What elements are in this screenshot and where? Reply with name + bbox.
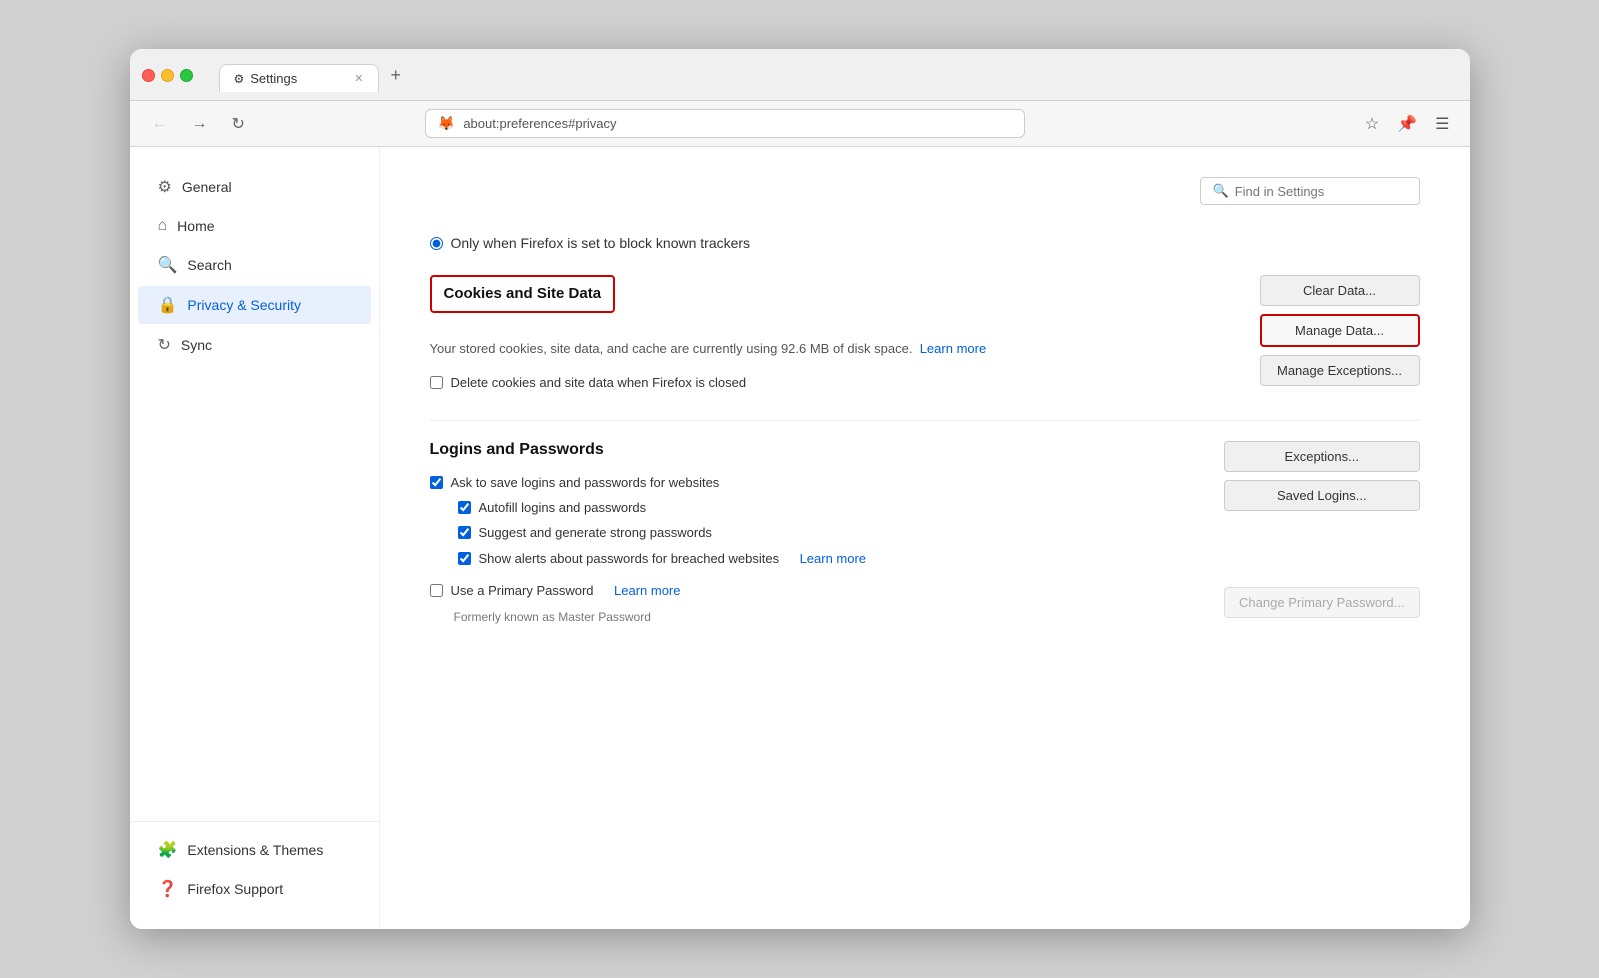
firefox-icon: 🦊 (438, 115, 455, 132)
autofill-row: Autofill logins and passwords (430, 500, 1205, 515)
cookies-section-row: Cookies and Site Data Your stored cookie… (430, 275, 1420, 400)
ask-save-checkbox[interactable] (430, 476, 443, 489)
search-bar-icon: 🔍 (1213, 183, 1229, 199)
delete-cookies-label: Delete cookies and site data when Firefo… (451, 375, 747, 390)
tab-close-button[interactable]: ✕ (354, 72, 363, 85)
show-alerts-learn-more[interactable]: Learn more (800, 551, 866, 566)
title-bar: ⚙ Settings ✕ + (130, 49, 1470, 101)
sidebar-item-privacy-label: Privacy & Security (187, 297, 301, 313)
change-primary-button[interactable]: Change Primary Password... (1224, 587, 1419, 618)
suggest-row: Suggest and generate strong passwords (430, 525, 1205, 540)
bookmark-button[interactable]: ☆ (1361, 110, 1383, 138)
address-text: about:preferences#privacy (463, 116, 616, 131)
radio-option-block-trackers: Only when Firefox is set to block known … (430, 235, 1420, 251)
manage-exceptions-button[interactable]: Manage Exceptions... (1260, 355, 1420, 386)
sidebar: ⚙ General ⌂ Home 🔍 Search 🔒 Privacy & Se… (130, 147, 380, 929)
sync-icon: ↻ (158, 335, 171, 355)
menu-button[interactable]: ☰ (1431, 110, 1453, 138)
cookies-buttons-col: Clear Data... Manage Data... Manage Exce… (1260, 275, 1420, 386)
section-divider (430, 420, 1420, 421)
primary-password-checkbox[interactable] (430, 584, 443, 597)
suggest-checkbox[interactable] (458, 526, 471, 539)
forward-button[interactable]: → (186, 111, 214, 137)
search-icon: 🔍 (158, 255, 178, 275)
delete-cookies-row: Delete cookies and site data when Firefo… (430, 375, 1240, 390)
cookies-section-desc: Your stored cookies, site data, and cach… (430, 339, 1240, 359)
radio-block-trackers[interactable] (430, 237, 443, 250)
settings-main: 🔍 Only when Firefox is set to block know… (380, 147, 1470, 929)
cookies-learn-more-link[interactable]: Learn more (920, 341, 986, 356)
general-icon: ⚙ (158, 177, 172, 197)
logins-section-left: Logins and Passwords Ask to save logins … (430, 441, 1205, 624)
minimize-button[interactable] (161, 69, 174, 82)
tab-bar: ⚙ Settings ✕ + (219, 59, 412, 92)
manage-data-button[interactable]: Manage Data... (1260, 314, 1420, 347)
exceptions-button[interactable]: Exceptions... (1224, 441, 1419, 472)
nav-right: ☆ 📌 ☰ (1361, 110, 1454, 138)
sidebar-item-general[interactable]: ⚙ General (138, 168, 371, 206)
search-input[interactable] (1235, 184, 1407, 199)
sidebar-item-support[interactable]: ❓ Firefox Support (138, 870, 371, 908)
formerly-known-text: Formerly known as Master Password (454, 610, 1205, 624)
support-icon: ❓ (158, 879, 178, 899)
cookies-section-left: Cookies and Site Data Your stored cookie… (430, 275, 1240, 400)
sidebar-item-home-label: Home (177, 218, 214, 234)
sidebar-item-extensions[interactable]: 🧩 Extensions & Themes (138, 831, 371, 869)
sidebar-item-search[interactable]: 🔍 Search (138, 246, 371, 284)
show-alerts-row: Show alerts about passwords for breached… (430, 550, 1205, 568)
show-alerts-checkbox[interactable] (458, 552, 471, 565)
ask-save-label: Ask to save logins and passwords for web… (451, 475, 720, 490)
sidebar-item-sync-label: Sync (181, 337, 212, 353)
home-icon: ⌂ (158, 217, 168, 235)
sidebar-item-privacy[interactable]: 🔒 Privacy & Security (138, 286, 371, 324)
ask-save-row: Ask to save logins and passwords for web… (430, 475, 1205, 490)
primary-password-learn-more[interactable]: Learn more (614, 583, 680, 598)
settings-tab[interactable]: ⚙ Settings ✕ (219, 64, 379, 92)
cookies-desc-text: Your stored cookies, site data, and cach… (430, 341, 913, 356)
autofill-label: Autofill logins and passwords (479, 500, 647, 515)
sidebar-item-search-label: Search (187, 257, 231, 273)
extensions-icon: 🧩 (158, 840, 178, 860)
sidebar-item-support-label: Firefox Support (187, 881, 283, 897)
content-area: ⚙ General ⌂ Home 🔍 Search 🔒 Privacy & Se… (130, 147, 1470, 929)
radio-block-trackers-label: Only when Firefox is set to block known … (451, 235, 751, 251)
primary-password-row: Use a Primary Password Learn more (430, 582, 1205, 600)
close-button[interactable] (142, 69, 155, 82)
cookies-section-title: Cookies and Site Data (444, 285, 602, 302)
cookies-section-title-box: Cookies and Site Data (430, 275, 616, 313)
logins-buttons-col: Exceptions... Saved Logins... Change Pri… (1224, 441, 1419, 618)
sidebar-bottom: 🧩 Extensions & Themes ❓ Firefox Support (130, 821, 379, 909)
suggest-label: Suggest and generate strong passwords (479, 525, 712, 540)
sidebar-item-general-label: General (182, 179, 232, 195)
traffic-lights (142, 69, 193, 82)
reload-button[interactable]: ↻ (226, 110, 251, 138)
back-button[interactable]: ← (146, 111, 174, 137)
search-bar: 🔍 (1200, 177, 1420, 205)
pocket-button[interactable]: 📌 (1393, 110, 1421, 138)
sidebar-item-sync[interactable]: ↻ Sync (138, 326, 371, 364)
autofill-checkbox[interactable] (458, 501, 471, 514)
search-bar-container: 🔍 (430, 177, 1420, 205)
maximize-button[interactable] (180, 69, 193, 82)
browser-window: ⚙ Settings ✕ + ← → ↻ 🦊 about:preferences… (130, 49, 1470, 929)
show-alerts-label: Show alerts about passwords for breached… (479, 551, 780, 566)
settings-tab-label: Settings (250, 71, 297, 86)
sidebar-item-home[interactable]: ⌂ Home (138, 208, 371, 244)
logins-section-row: Logins and Passwords Ask to save logins … (430, 441, 1420, 624)
new-tab-button[interactable]: + (381, 59, 412, 92)
privacy-icon: 🔒 (158, 295, 178, 315)
nav-bar: ← → ↻ 🦊 about:preferences#privacy ☆ 📌 ☰ (130, 101, 1470, 147)
address-bar[interactable]: 🦊 about:preferences#privacy (425, 109, 1025, 138)
saved-logins-button[interactable]: Saved Logins... (1224, 480, 1419, 511)
clear-data-button[interactable]: Clear Data... (1260, 275, 1420, 306)
settings-tab-icon: ⚙ (234, 72, 245, 86)
primary-password-label: Use a Primary Password (451, 583, 594, 598)
sidebar-item-extensions-label: Extensions & Themes (187, 842, 323, 858)
logins-section-title: Logins and Passwords (430, 441, 1205, 459)
delete-cookies-checkbox[interactable] (430, 376, 443, 389)
